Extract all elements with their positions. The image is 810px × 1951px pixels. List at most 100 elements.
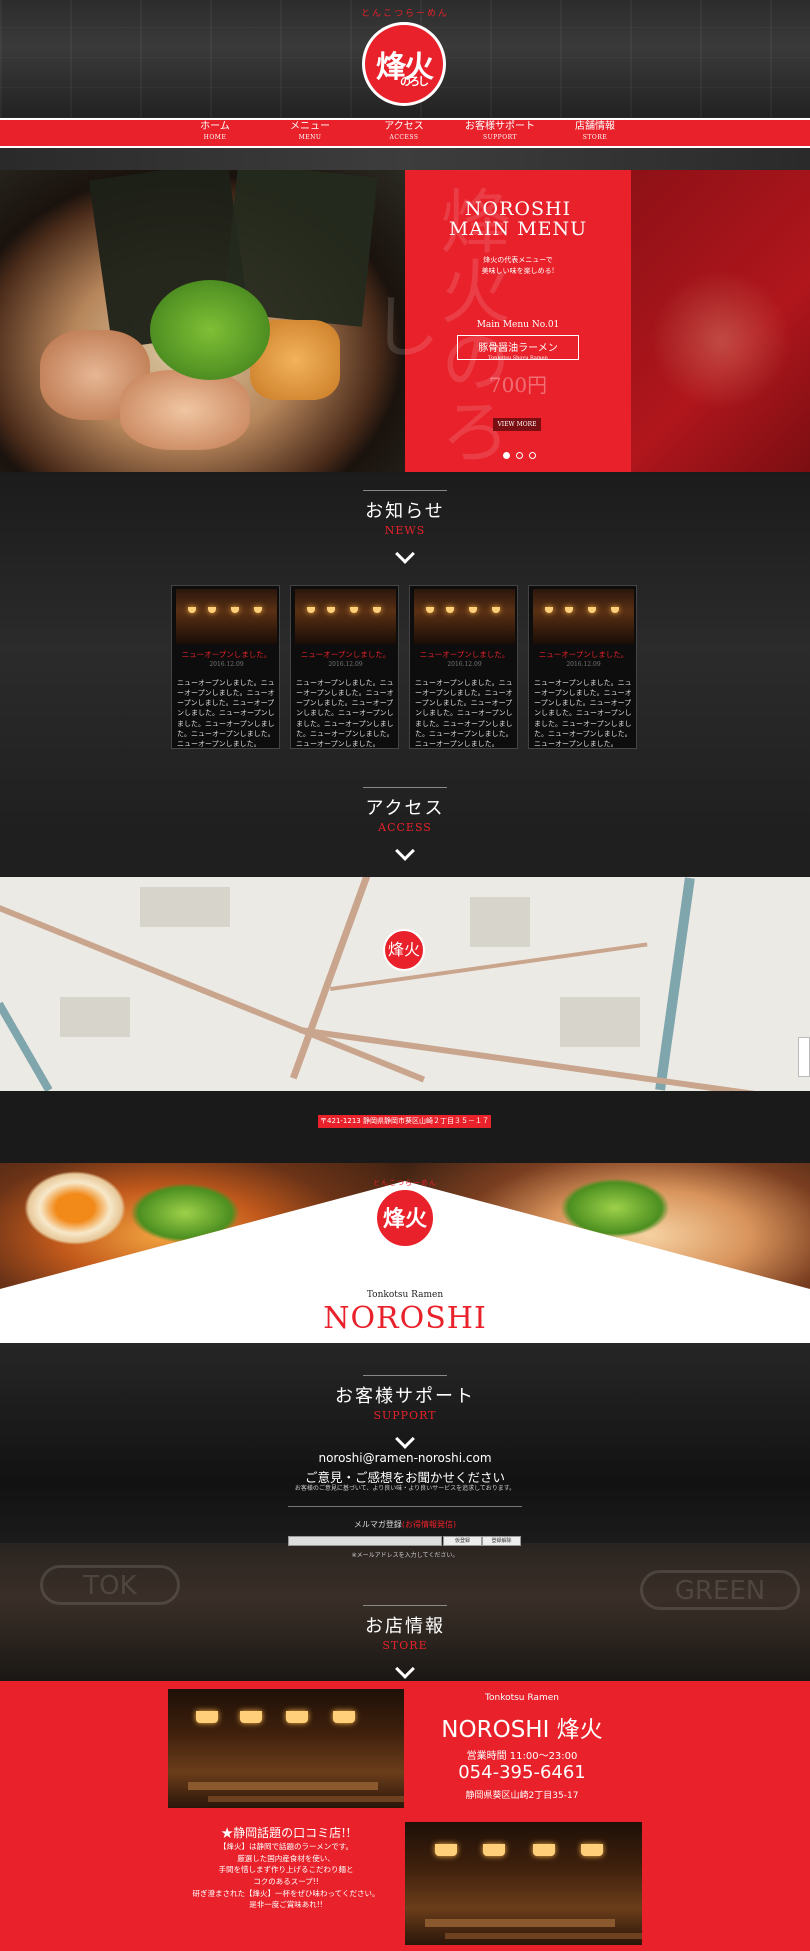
newsletter-email-input[interactable] bbox=[288, 1536, 442, 1546]
lamp-shape bbox=[208, 607, 216, 613]
map-zoom-control[interactable] bbox=[798, 1037, 810, 1077]
news-card-body: ニューオープンしました。ニューオープンしました。ニューオープンしました。ニューオ… bbox=[177, 679, 275, 748]
support-email-link[interactable]: noroshi@ramen-noroshi.com bbox=[0, 1451, 810, 1465]
lamp-shape bbox=[307, 607, 315, 613]
news-card-body: ニューオープンしました。ニューオープンしました。ニューオープンしました。ニューオ… bbox=[296, 679, 394, 748]
store-description-line: 是非一度ご賞味あれ!! bbox=[249, 1900, 323, 1910]
nav-item-label: アクセス bbox=[384, 121, 424, 132]
address-badge: 〒421-1213 静岡県静岡市葵区山崎２丁目３５－１７ bbox=[318, 1115, 491, 1128]
title-rule bbox=[363, 1605, 447, 1606]
lamp-shape bbox=[286, 1711, 308, 1723]
access-section-title: アクセス ACCESS bbox=[0, 787, 810, 861]
table-shape bbox=[188, 1782, 378, 1790]
title-rule bbox=[363, 490, 447, 491]
dish-name-jp: 豚骨醤油ラーメン bbox=[478, 343, 558, 354]
slider-dot-2[interactable] bbox=[515, 452, 523, 459]
nav-item-access[interactable]: アクセス ACCESS bbox=[349, 122, 459, 141]
news-card-date: 2016.12.09 bbox=[566, 661, 601, 668]
nav-item-sublabel: ACCESS bbox=[389, 134, 419, 141]
brand-name: NOROSHI bbox=[323, 1301, 487, 1336]
store-phone[interactable]: 054-395-6461 bbox=[406, 1762, 638, 1783]
access-map[interactable]: 烽火 bbox=[0, 877, 810, 1091]
next-slide-preview[interactable] bbox=[631, 170, 810, 472]
news-card[interactable]: ニューオープンしました。 2016.12.09 ニューオープンしました。ニューオ… bbox=[528, 585, 637, 749]
lamp-shape bbox=[565, 607, 573, 613]
store-hours: 営業時間 11:00～23:00 bbox=[466, 1751, 578, 1762]
logo-sub: のろし bbox=[400, 75, 429, 88]
scallion-shape bbox=[560, 1178, 670, 1238]
hero-subtitle: 烽火の代表メニューで 美味しい味を楽しめる! bbox=[405, 255, 631, 276]
title-rule bbox=[363, 1375, 447, 1376]
table-shape bbox=[445, 1933, 642, 1939]
news-thumbnail bbox=[295, 589, 396, 644]
egg-shape bbox=[20, 1168, 130, 1248]
nav-item-label: 店舗情報 bbox=[575, 121, 615, 132]
brand-subtitle: Tonkotsu Ramen bbox=[366, 1290, 444, 1300]
chevron-down-icon bbox=[395, 1429, 415, 1449]
lamp-shape bbox=[588, 607, 596, 613]
map-block bbox=[560, 997, 640, 1047]
newsletter-cancel-button[interactable]: 登録解除 bbox=[482, 1536, 521, 1546]
site-logo[interactable]: 烽火 のろし bbox=[362, 22, 446, 106]
dish-name-box: 豚骨醤油ラーメン Tonkotsu Shoyu Ramen bbox=[457, 335, 579, 361]
lamp-shape bbox=[435, 1844, 457, 1856]
news-card-body: ニューオープンしました。ニューオープンしました。ニューオープンしました。ニューオ… bbox=[415, 679, 513, 748]
news-card-date: 2016.12.09 bbox=[209, 661, 244, 668]
slider-dot-3[interactable] bbox=[528, 452, 536, 459]
lamp-shape bbox=[426, 607, 434, 613]
store-description-line: 手間を惜しまず作り上げるこだわり麺と bbox=[218, 1865, 354, 1875]
nav-item-support[interactable]: お客様サポート SUPPORT bbox=[445, 122, 555, 141]
nav-item-sublabel: STORE bbox=[582, 134, 608, 141]
scallion-shape bbox=[130, 1183, 240, 1243]
map-river bbox=[0, 1001, 53, 1091]
lamp-shape bbox=[373, 607, 381, 613]
store-description: 【烽火】は静岡で話題のラーメンです。 厳選した国内産食材を使い、 手間を惜しまず… bbox=[168, 1841, 404, 1911]
lamp-shape bbox=[333, 1711, 355, 1723]
newsletter-register-button[interactable]: 仮登録 bbox=[443, 1536, 482, 1546]
lamp-shape bbox=[240, 1711, 262, 1723]
news-card[interactable]: ニューオープンしました。 2016.12.09 ニューオープンしました。ニューオ… bbox=[290, 585, 399, 749]
news-card[interactable]: ニューオープンしました。 2016.12.09 ニューオープンしました。ニューオ… bbox=[409, 585, 518, 749]
news-card-title: ニューオープンしました。 bbox=[419, 650, 510, 659]
divider bbox=[288, 1506, 522, 1507]
map-river bbox=[655, 877, 695, 1091]
news-section-title: お知らせ NEWS bbox=[0, 490, 810, 564]
news-card[interactable]: ニューオープンしました。 2016.12.09 ニューオープンしました。ニューオ… bbox=[171, 585, 280, 749]
support-note: お客様のご意見に基づいて、より良い味・より良いサービスを追求しております。 bbox=[294, 1485, 516, 1492]
nav-item-home[interactable]: ホーム HOME bbox=[160, 122, 270, 141]
nav-item-label: ホーム bbox=[200, 121, 230, 132]
store-description-line: 厳選した国内産食材を使い、 bbox=[237, 1853, 335, 1863]
bg-signboard: TOK bbox=[40, 1565, 180, 1605]
ramen-photo bbox=[0, 170, 405, 472]
store-interior-photo bbox=[168, 1689, 404, 1808]
brand-logo: 烽火 bbox=[375, 1188, 435, 1248]
title-rule bbox=[363, 787, 447, 788]
support-section-title: お客様サポート SUPPORT bbox=[0, 1375, 810, 1449]
nav-item-label: お客様サポート bbox=[465, 121, 535, 132]
lamp-shape bbox=[254, 607, 262, 613]
slider-dot-1[interactable] bbox=[502, 452, 510, 459]
lamp-shape bbox=[188, 607, 196, 613]
news-card-body: ニューオープンしました。ニューオープンしました。ニューオープンしました。ニューオ… bbox=[534, 679, 632, 748]
news-thumbnail bbox=[176, 589, 277, 644]
store-tagline: Tonkotsu Ramen bbox=[485, 1693, 559, 1703]
lamp-shape bbox=[581, 1844, 603, 1856]
lamp-shape bbox=[483, 1844, 505, 1856]
view-more-button[interactable]: VIEW MORE bbox=[493, 418, 541, 431]
newsletter-label: メルマガ登録(お得情報発信) bbox=[0, 1519, 810, 1530]
dish-name-en: Tonkotsu Shoyu Ramen bbox=[488, 355, 548, 361]
news-card-title: ニューオープンしました。 bbox=[538, 650, 629, 659]
lamp-shape bbox=[533, 1844, 555, 1856]
pork-shape bbox=[120, 370, 250, 450]
bg-signboard: GREEN bbox=[640, 1570, 800, 1610]
map-road bbox=[290, 877, 376, 1080]
newsletter-label-text: メルマガ登録 bbox=[353, 1520, 402, 1529]
newsletter-note: ※メールアドレスを入力してください。 bbox=[351, 1552, 459, 1559]
store-map-pin[interactable]: 烽火 bbox=[383, 929, 425, 971]
access-title-en: ACCESS bbox=[378, 821, 432, 834]
nav-item-store[interactable]: 店舗情報 STORE bbox=[540, 122, 650, 141]
hero-slider: 烽火のろし NOROSHI MAIN MENU 烽火の代表メニューで 美味しい味… bbox=[0, 170, 810, 472]
store-title-en: STORE bbox=[382, 1639, 428, 1652]
lamp-shape bbox=[231, 607, 239, 613]
chevron-down-icon bbox=[395, 1659, 415, 1679]
